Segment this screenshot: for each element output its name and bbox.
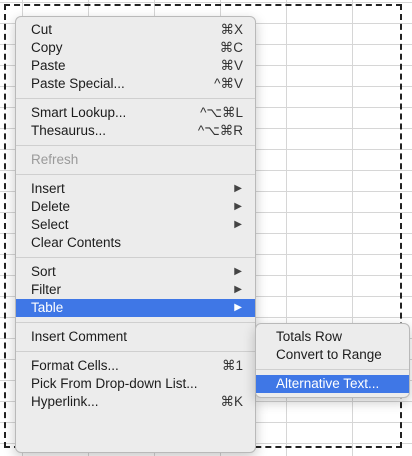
menu-item-hyperlink[interactable]: Hyperlink... ⌘K	[16, 393, 255, 411]
submenu-arrow-icon: ▶	[234, 266, 242, 277]
table-submenu: Totals Row Convert to Range Alternative Te…	[255, 323, 410, 398]
menu-item-label: Pick From Drop-down List...	[31, 376, 198, 391]
menu-item-smart-lookup[interactable]: Smart Lookup... ^⌥⌘L	[16, 104, 255, 122]
menu-item-shortcut: ⌘1	[221, 358, 243, 373]
menu-item-refresh: Refresh	[16, 151, 255, 169]
menu-item-label: Format Cells...	[31, 358, 119, 373]
submenu-arrow-icon: ▶	[234, 183, 242, 194]
menu-item-label: Table	[31, 300, 64, 315]
menu-item-copy[interactable]: Copy ⌘C	[16, 39, 255, 57]
menu-item-shortcut: ^⌥⌘L	[200, 105, 243, 120]
menu-item-shortcut: ^⌘V	[214, 76, 243, 91]
menu-separator	[16, 174, 255, 175]
menu-item-select[interactable]: Select ▶	[16, 216, 255, 234]
menu-item-label: Delete	[31, 199, 71, 214]
submenu-arrow-icon: ▶	[234, 284, 242, 295]
menu-item-label: Filter	[31, 282, 61, 297]
menu-item-label: Cut	[31, 22, 53, 37]
menu-item-thesaurus[interactable]: Thesaurus... ^⌥⌘R	[16, 122, 255, 140]
menu-item-label: Sort	[31, 264, 56, 279]
menu-item-label: Smart Lookup...	[31, 105, 127, 120]
menu-item-filter[interactable]: Filter ▶	[16, 281, 255, 299]
submenu-item-convert-to-range[interactable]: Convert to Range	[256, 346, 409, 364]
menu-item-insert-comment[interactable]: Insert Comment	[16, 328, 255, 346]
menu-item-shortcut: ^⌥⌘R	[197, 123, 243, 138]
submenu-arrow-icon: ▶	[234, 302, 242, 313]
menu-item-label: Totals Row	[276, 329, 343, 344]
menu-item-shortcut: ⌘K	[220, 394, 243, 409]
menu-item-pick-from-drop-down-list[interactable]: Pick From Drop-down List...	[16, 375, 255, 393]
menu-item-label: Insert Comment	[31, 329, 128, 344]
menu-item-clear-contents[interactable]: Clear Contents	[16, 234, 255, 252]
menu-separator	[16, 257, 255, 258]
submenu-item-totals-row[interactable]: Totals Row	[256, 328, 409, 346]
submenu-arrow-icon: ▶	[234, 219, 242, 230]
submenu-arrow-icon: ▶	[234, 201, 242, 212]
menu-separator	[16, 98, 255, 99]
menu-item-label: Insert	[31, 181, 65, 196]
menu-item-label: Thesaurus...	[31, 123, 107, 138]
menu-item-shortcut: ⌘V	[220, 58, 243, 73]
menu-separator	[256, 369, 409, 370]
menu-item-insert[interactable]: Insert ▶	[16, 180, 255, 198]
menu-item-table[interactable]: Table ▶	[16, 299, 255, 317]
menu-item-label: Paste	[31, 58, 66, 73]
menu-item-format-cells[interactable]: Format Cells... ⌘1	[16, 357, 255, 375]
menu-item-label: Paste Special...	[31, 76, 125, 91]
submenu-item-alternative-text[interactable]: Alternative Text...	[256, 375, 409, 393]
menu-item-shortcut: ⌘C	[219, 40, 243, 55]
menu-item-sort[interactable]: Sort ▶	[16, 263, 255, 281]
menu-item-label: Copy	[31, 40, 63, 55]
menu-separator	[16, 322, 255, 323]
menu-separator	[16, 351, 255, 352]
menu-item-shortcut: ⌘X	[220, 22, 243, 37]
menu-item-label: Alternative Text...	[276, 376, 380, 391]
menu-item-label: Hyperlink...	[31, 394, 99, 409]
menu-item-label: Select	[31, 217, 69, 232]
menu-item-label: Convert to Range	[276, 347, 382, 362]
context-menu: Cut ⌘X Copy ⌘C Paste ⌘V Paste Special... ^⌘V Sma…	[15, 16, 256, 453]
menu-item-cut[interactable]: Cut ⌘X	[16, 21, 255, 39]
menu-item-label: Clear Contents	[31, 235, 122, 250]
menu-item-label: Refresh	[31, 152, 79, 167]
menu-item-delete[interactable]: Delete ▶	[16, 198, 255, 216]
menu-item-paste[interactable]: Paste ⌘V	[16, 57, 255, 75]
menu-item-paste-special[interactable]: Paste Special... ^⌘V	[16, 75, 255, 93]
menu-separator	[16, 145, 255, 146]
